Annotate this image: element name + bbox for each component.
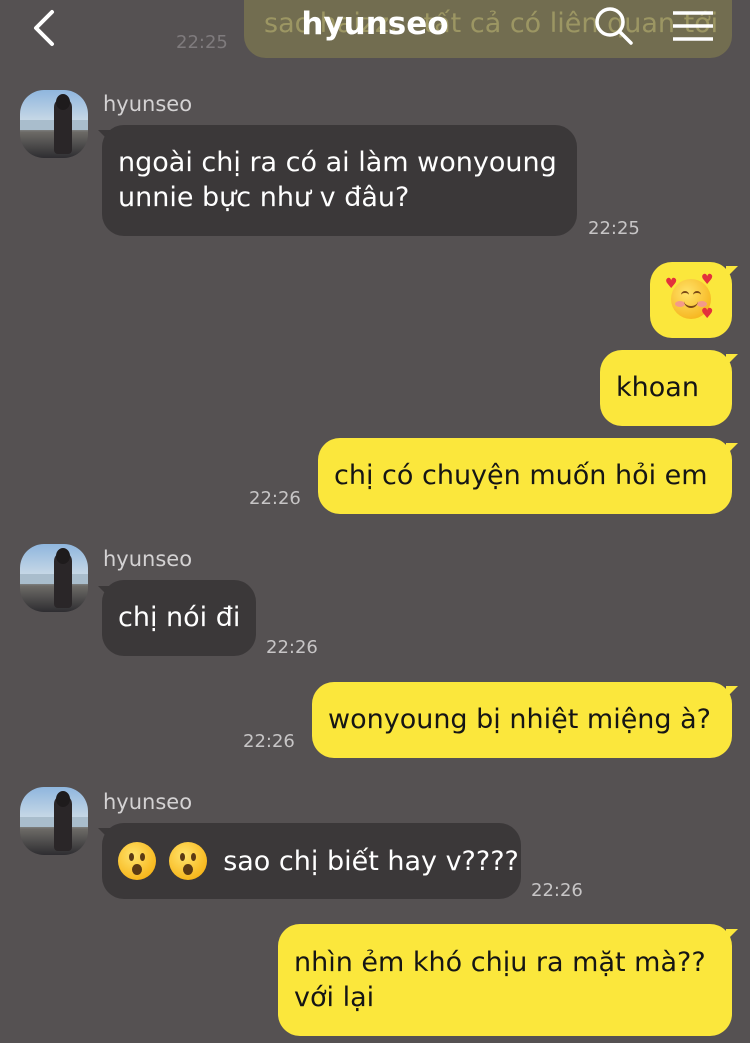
outgoing-message-bubble[interactable]: nhìn ẻm khó chịu ra mặt mà?? với lại — [278, 924, 732, 1036]
smiling-face-with-hearts-icon: ♥ ♥ ♥ — [665, 272, 714, 322]
message-time: 22:26 — [531, 880, 583, 901]
chat-screen: sao haizz... tất cả có liên quan tới 22:… — [0, 0, 750, 1043]
message-line: unnie bực như v đâu? — [118, 182, 410, 213]
message-line: với lại — [294, 982, 375, 1013]
incoming-message-bubble[interactable]: ngoài chị ra có ai làm wonyoung unnie bự… — [102, 125, 577, 236]
message-text: khoan — [616, 372, 699, 403]
chat-title: hyunseo — [301, 6, 449, 42]
message-text: chị nói đi — [118, 602, 241, 633]
outgoing-message-bubble[interactable]: wonyoung bị nhiệt miệng à? — [312, 682, 732, 758]
outgoing-message-bubble[interactable]: chị có chuyện muốn hỏi em — [318, 438, 732, 514]
avatar[interactable] — [20, 544, 88, 612]
message-text: sao chị biết hay v???? — [223, 845, 519, 877]
incoming-message-bubble[interactable]: sao chị biết hay v???? — [102, 823, 521, 899]
message-time: 22:26 — [266, 637, 318, 658]
message-line: ngoài chị ra có ai làm wonyoung — [118, 147, 557, 178]
chat-header: hyunseo — [0, 0, 750, 56]
outgoing-message-bubble[interactable]: khoan — [600, 350, 732, 426]
sender-name: hyunseo — [103, 92, 193, 116]
sender-name: hyunseo — [103, 547, 193, 571]
incoming-message-bubble[interactable]: chị nói đi — [102, 580, 256, 656]
message-text: wonyoung bị nhiệt miệng à? — [328, 704, 712, 735]
hushed-face-icon — [168, 842, 207, 880]
message-time: 22:26 — [243, 731, 295, 752]
outgoing-message-bubble[interactable]: ♥ ♥ ♥ — [650, 262, 732, 338]
sender-name: hyunseo — [103, 790, 193, 814]
hamburger-menu-icon[interactable] — [672, 10, 714, 42]
search-icon[interactable] — [594, 6, 634, 46]
message-time: 22:25 — [588, 218, 640, 239]
message-text: chị có chuyện muốn hỏi em — [334, 460, 708, 491]
hushed-face-icon — [118, 842, 156, 880]
avatar[interactable] — [20, 90, 88, 158]
message-time: 22:26 — [249, 488, 301, 509]
message-line: nhìn ẻm khó chịu ra mặt mà?? — [294, 947, 706, 978]
avatar[interactable] — [20, 787, 88, 855]
